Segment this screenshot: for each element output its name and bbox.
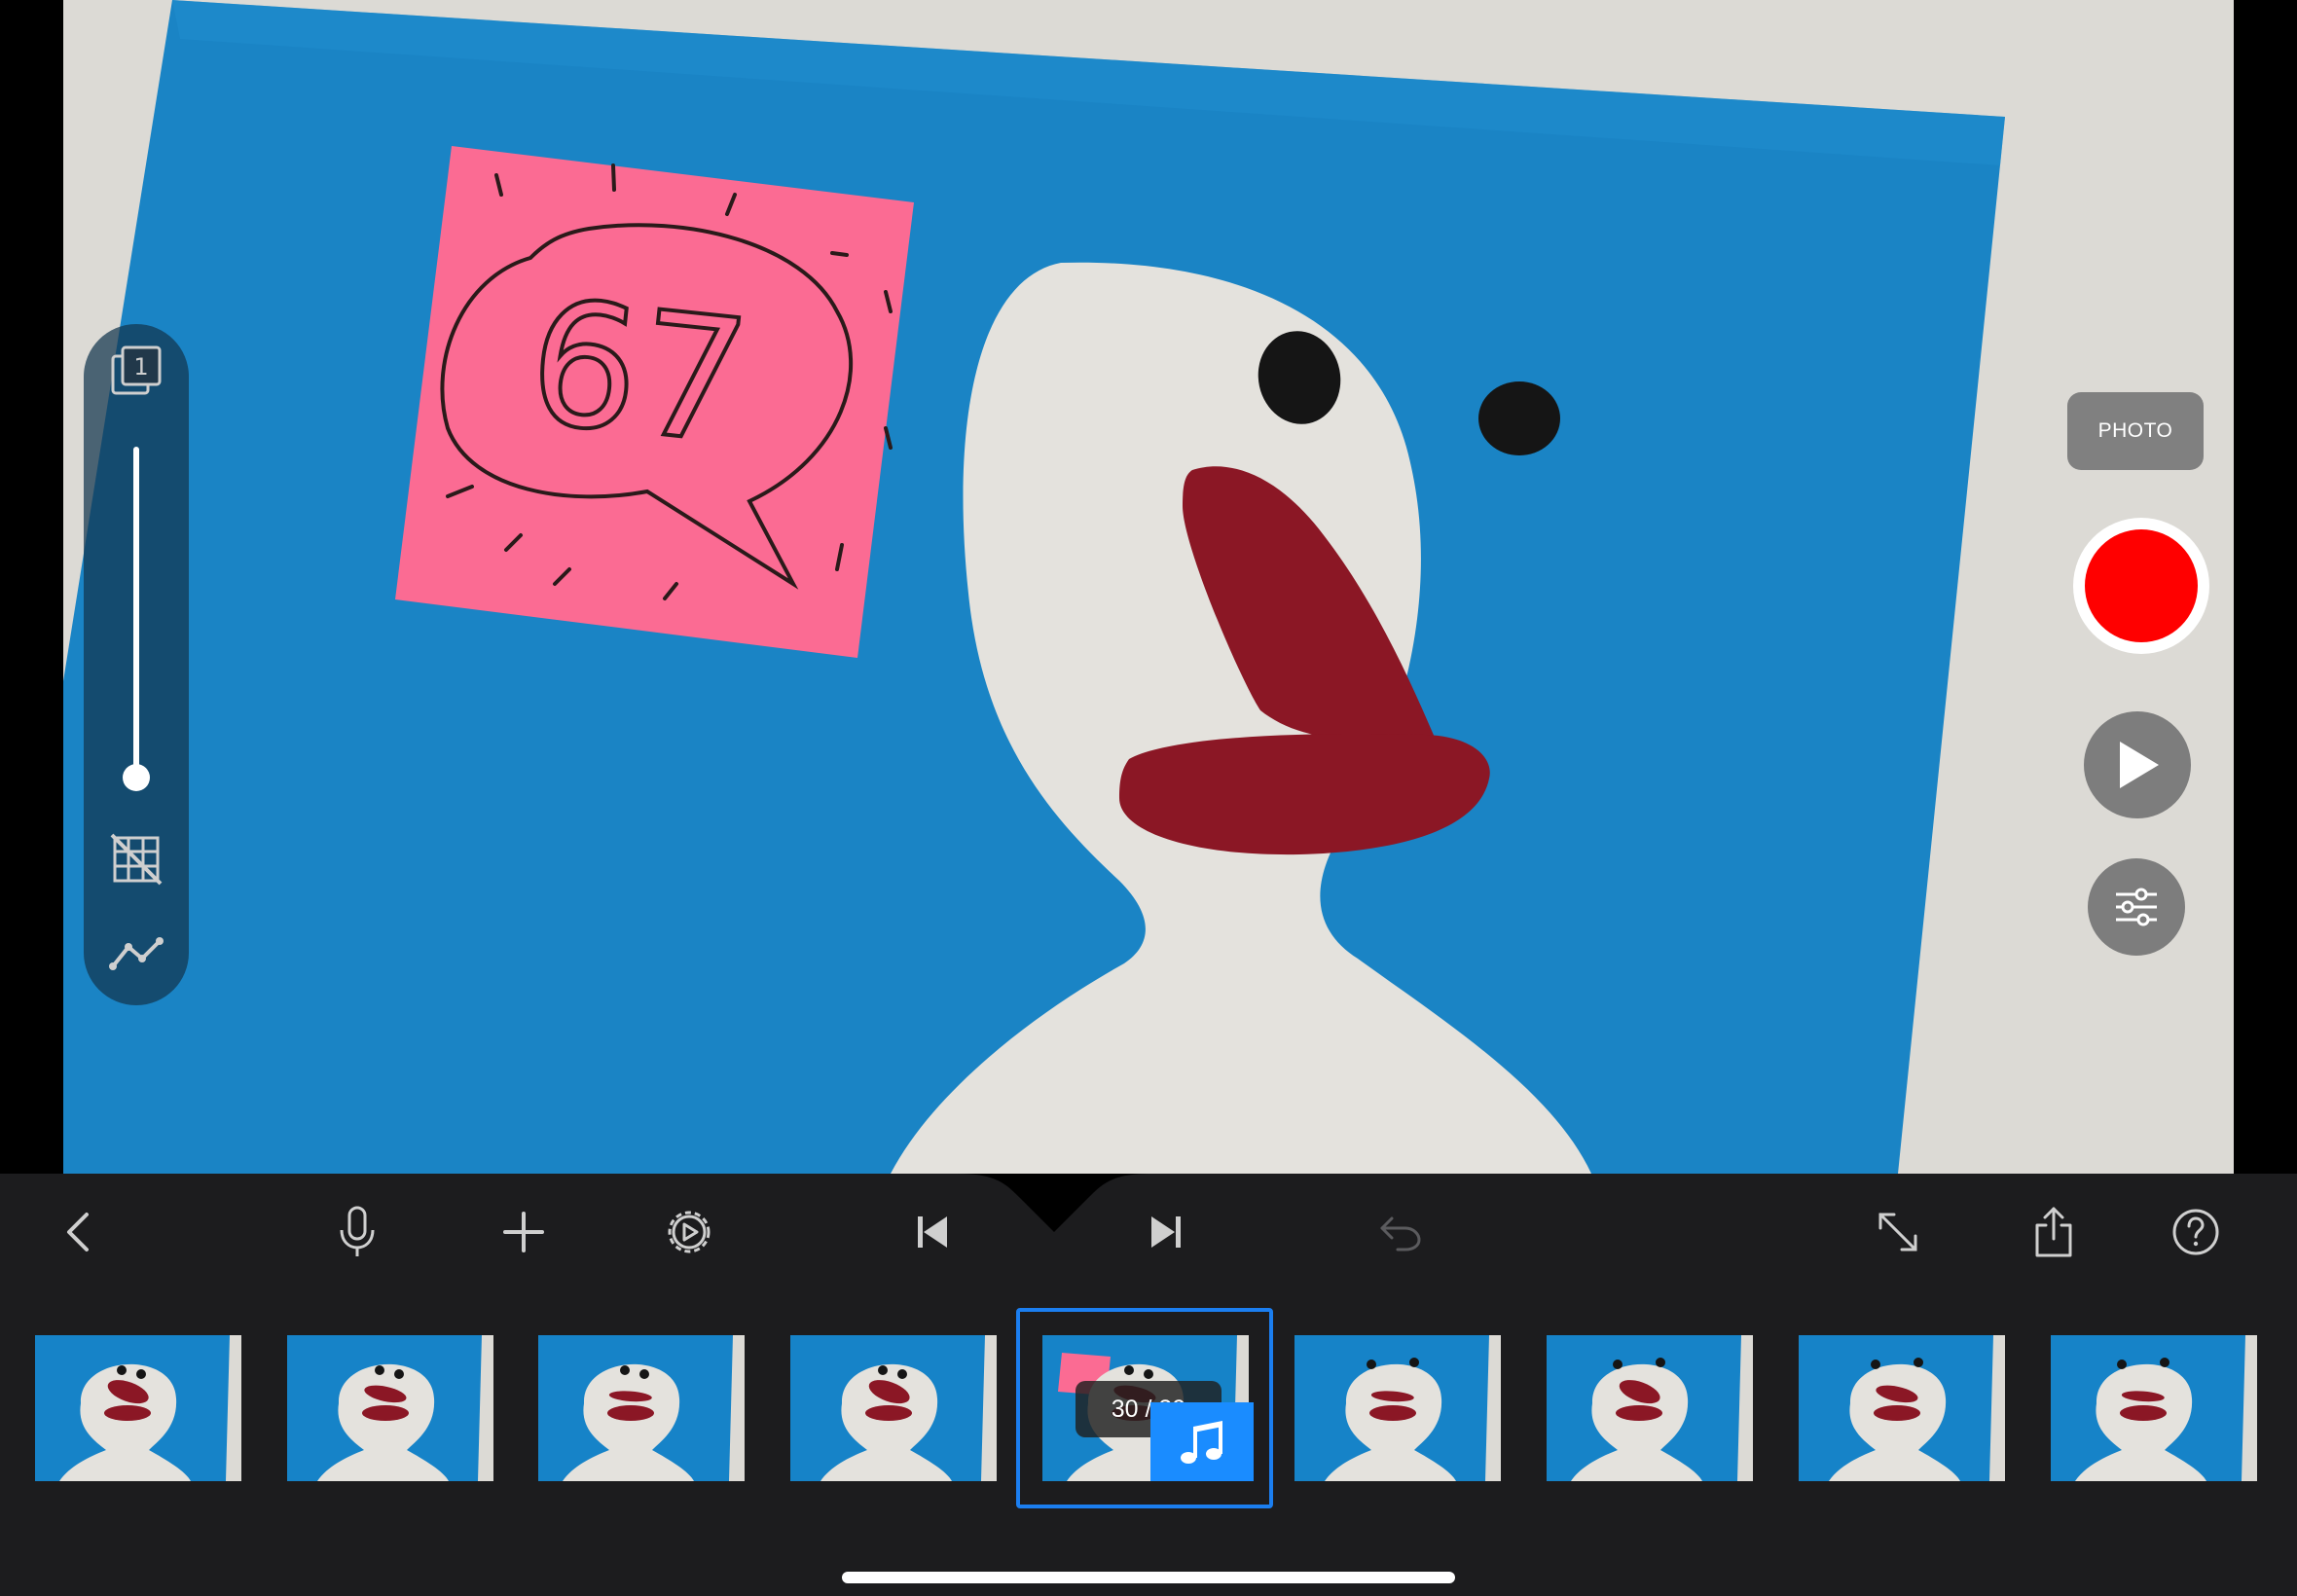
frame-thumbnail <box>1799 1335 2005 1481</box>
music-notes-icon <box>1181 1420 1222 1464</box>
filmstrip-frame[interactable] <box>35 1335 241 1481</box>
gear-icon <box>668 1211 711 1253</box>
share-icon <box>2035 1207 2072 1257</box>
onion-skin-opacity-slider[interactable] <box>133 447 139 782</box>
record-icon <box>2085 529 2198 642</box>
filmstrip-frame[interactable] <box>1294 1335 1501 1481</box>
filmstrip-frame[interactable] <box>1547 1335 1753 1481</box>
capture-button[interactable] <box>2073 518 2209 654</box>
add-button[interactable] <box>485 1193 563 1271</box>
skip-forward-icon <box>1151 1216 1181 1248</box>
filmstrip-frame[interactable] <box>538 1335 745 1481</box>
home-indicator[interactable] <box>842 1572 1455 1583</box>
svg-text:1: 1 <box>133 353 148 381</box>
frame-thumbnail <box>35 1335 241 1481</box>
skip-back-icon <box>918 1216 947 1248</box>
photo-mode-button[interactable]: PHOTO <box>2067 392 2204 470</box>
camera-preview: 67 <box>63 0 2234 1174</box>
frame-thumbnail <box>287 1335 493 1481</box>
frame-thumbnail <box>790 1335 997 1481</box>
previous-frame-button[interactable] <box>894 1193 972 1271</box>
filmstrip-frame[interactable] <box>790 1335 997 1481</box>
back-button[interactable] <box>39 1193 117 1271</box>
curve-icon <box>109 937 164 970</box>
project-settings-button[interactable] <box>650 1193 728 1271</box>
camera-viewport[interactable]: 67 <box>63 0 2234 1174</box>
opacity-slider-thumb[interactable] <box>123 764 150 791</box>
curve-button[interactable] <box>107 925 165 984</box>
play-icon <box>2120 742 2159 788</box>
play-button[interactable] <box>2084 711 2191 818</box>
left-tool-rail: 1 <box>84 324 189 1005</box>
record-audio-button[interactable] <box>318 1193 396 1271</box>
plus-icon <box>503 1212 544 1252</box>
fullscreen-button[interactable] <box>1859 1193 1937 1271</box>
frame-thumbnail <box>1294 1335 1501 1481</box>
onion-skin-icon: 1 <box>111 345 162 395</box>
filmstrip-frame[interactable] <box>2051 1335 2257 1481</box>
onion-skin-button[interactable]: 1 <box>107 343 165 401</box>
microphone-icon <box>340 1206 375 1256</box>
sticky-note: 67 <box>395 146 914 658</box>
photo-mode-label: PHOTO <box>2097 419 2173 442</box>
frame-thumbnail <box>1547 1335 1753 1481</box>
audio-badge[interactable] <box>1150 1402 1254 1481</box>
next-frame-button[interactable] <box>1126 1193 1204 1271</box>
frame-thumbnail <box>2051 1335 2257 1481</box>
sliders-icon <box>2116 888 2157 926</box>
undo-button[interactable] <box>1362 1193 1440 1271</box>
filmstrip-frame[interactable] <box>1799 1335 2005 1481</box>
share-button[interactable] <box>2015 1193 2093 1271</box>
back-chevron-icon <box>67 1213 89 1251</box>
help-icon <box>2172 1209 2219 1255</box>
camera-settings-button[interactable] <box>2088 858 2185 956</box>
grid-off-icon <box>110 833 163 886</box>
grid-button[interactable] <box>107 830 165 889</box>
timeline-notch <box>957 1174 1151 1232</box>
filmstrip-frame[interactable] <box>287 1335 493 1481</box>
help-button[interactable] <box>2157 1193 2235 1271</box>
frame-thumbnail <box>538 1335 745 1481</box>
sticky-note-number: 67 <box>521 264 757 483</box>
undo-icon <box>1380 1216 1421 1251</box>
expand-icon <box>1878 1213 1917 1251</box>
